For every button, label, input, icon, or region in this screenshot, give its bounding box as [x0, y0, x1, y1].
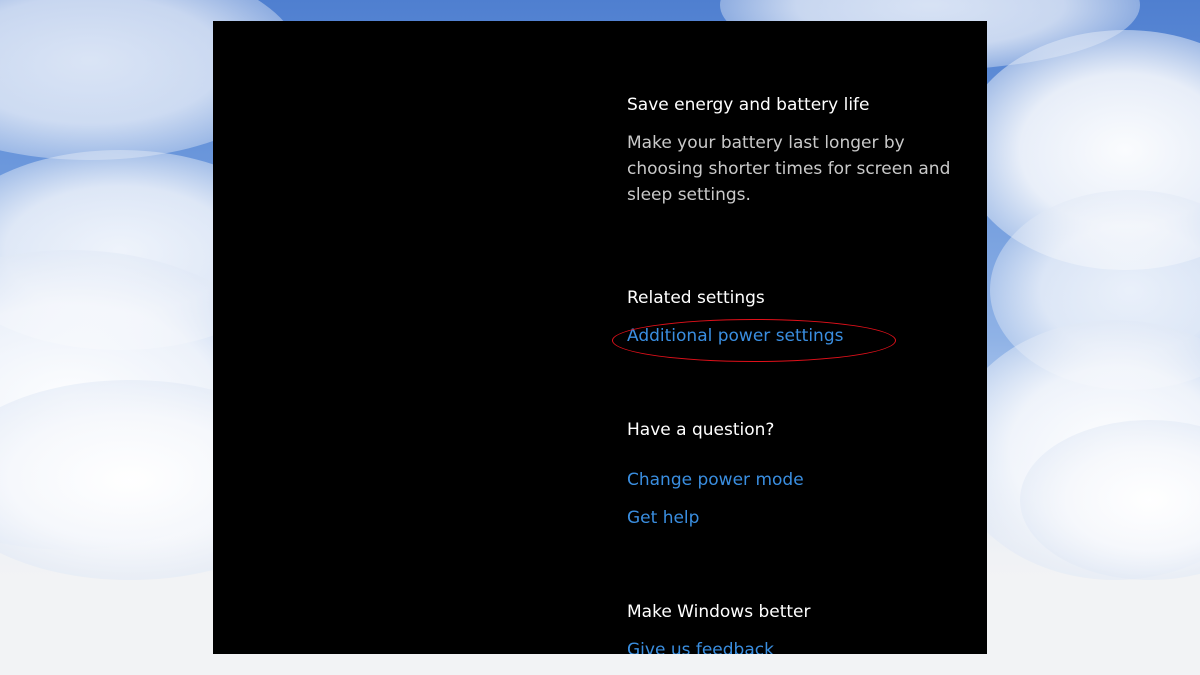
change-power-mode-link[interactable]: Change power mode: [627, 470, 804, 490]
get-help-link[interactable]: Get help: [627, 508, 699, 528]
make-windows-better-heading: Make Windows better: [627, 602, 811, 622]
save-energy-heading: Save energy and battery life: [627, 95, 870, 115]
additional-power-settings-link[interactable]: Additional power settings: [627, 326, 843, 346]
give-feedback-link[interactable]: Give us feedback: [627, 640, 774, 654]
save-energy-description: Make your battery last longer by choosin…: [627, 133, 951, 205]
have-a-question-heading: Have a question?: [627, 420, 775, 440]
related-settings-heading: Related settings: [627, 288, 765, 308]
settings-window: Save energy and battery life Make your b…: [213, 21, 987, 654]
